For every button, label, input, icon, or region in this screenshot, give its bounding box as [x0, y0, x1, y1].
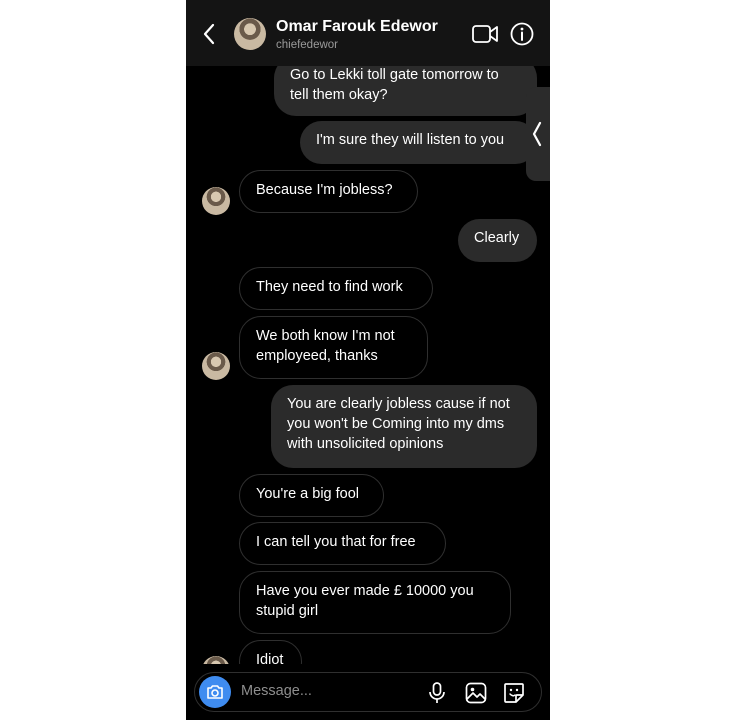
info-icon[interactable] [510, 22, 534, 46]
message-bubble-received[interactable]: Have you ever made £ 10000 you stupid gi… [239, 571, 511, 634]
sticker-icon[interactable] [502, 681, 526, 705]
message-bubble-sent[interactable]: I'm sure they will listen to you [300, 121, 537, 164]
message-list[interactable]: Go to Lekki toll gate tomorrow to tell t… [186, 66, 550, 664]
message-bubble-received[interactable]: Because I'm jobless? [239, 170, 418, 213]
camera-button[interactable] [199, 676, 231, 708]
contact-name[interactable]: Omar Farouk Edewor [276, 18, 438, 36]
side-panel-handle[interactable] [526, 87, 550, 181]
chat-header: Omar Farouk Edewor chiefedewor [186, 0, 550, 66]
message-bubble-sent[interactable]: Go to Lekki toll gate tomorrow to tell t… [274, 66, 537, 116]
chevron-left-icon [532, 121, 542, 147]
message-bubble-received[interactable]: I can tell you that for free [239, 522, 446, 565]
video-call-icon[interactable] [471, 22, 499, 46]
message-input[interactable]: Message... [241, 683, 312, 699]
message-bubble-received[interactable]: They need to find work [239, 267, 433, 310]
contact-avatar-small [202, 656, 230, 664]
gallery-icon[interactable] [464, 681, 488, 705]
message-bubble-received[interactable]: Idiot [239, 640, 302, 664]
camera-icon [207, 685, 223, 699]
contact-avatar-small [202, 352, 230, 380]
message-bubble-sent[interactable]: Clearly [458, 219, 537, 262]
chevron-left-icon[interactable] [200, 22, 220, 46]
message-bubble-sent[interactable]: You are clearly jobless cause if not you… [271, 385, 537, 468]
contact-avatar[interactable] [234, 18, 266, 50]
message-composer[interactable]: Message... [194, 672, 542, 712]
message-bubble-received[interactable]: You're a big fool [239, 474, 384, 517]
contact-avatar-small [202, 187, 230, 215]
contact-username: chiefedewor [276, 39, 339, 51]
chat-screen: Omar Farouk Edewor chiefedewor Go to Lek… [186, 0, 550, 720]
message-bubble-received[interactable]: We both know I'm not employeed, thanks [239, 316, 428, 379]
microphone-icon[interactable] [425, 681, 449, 705]
